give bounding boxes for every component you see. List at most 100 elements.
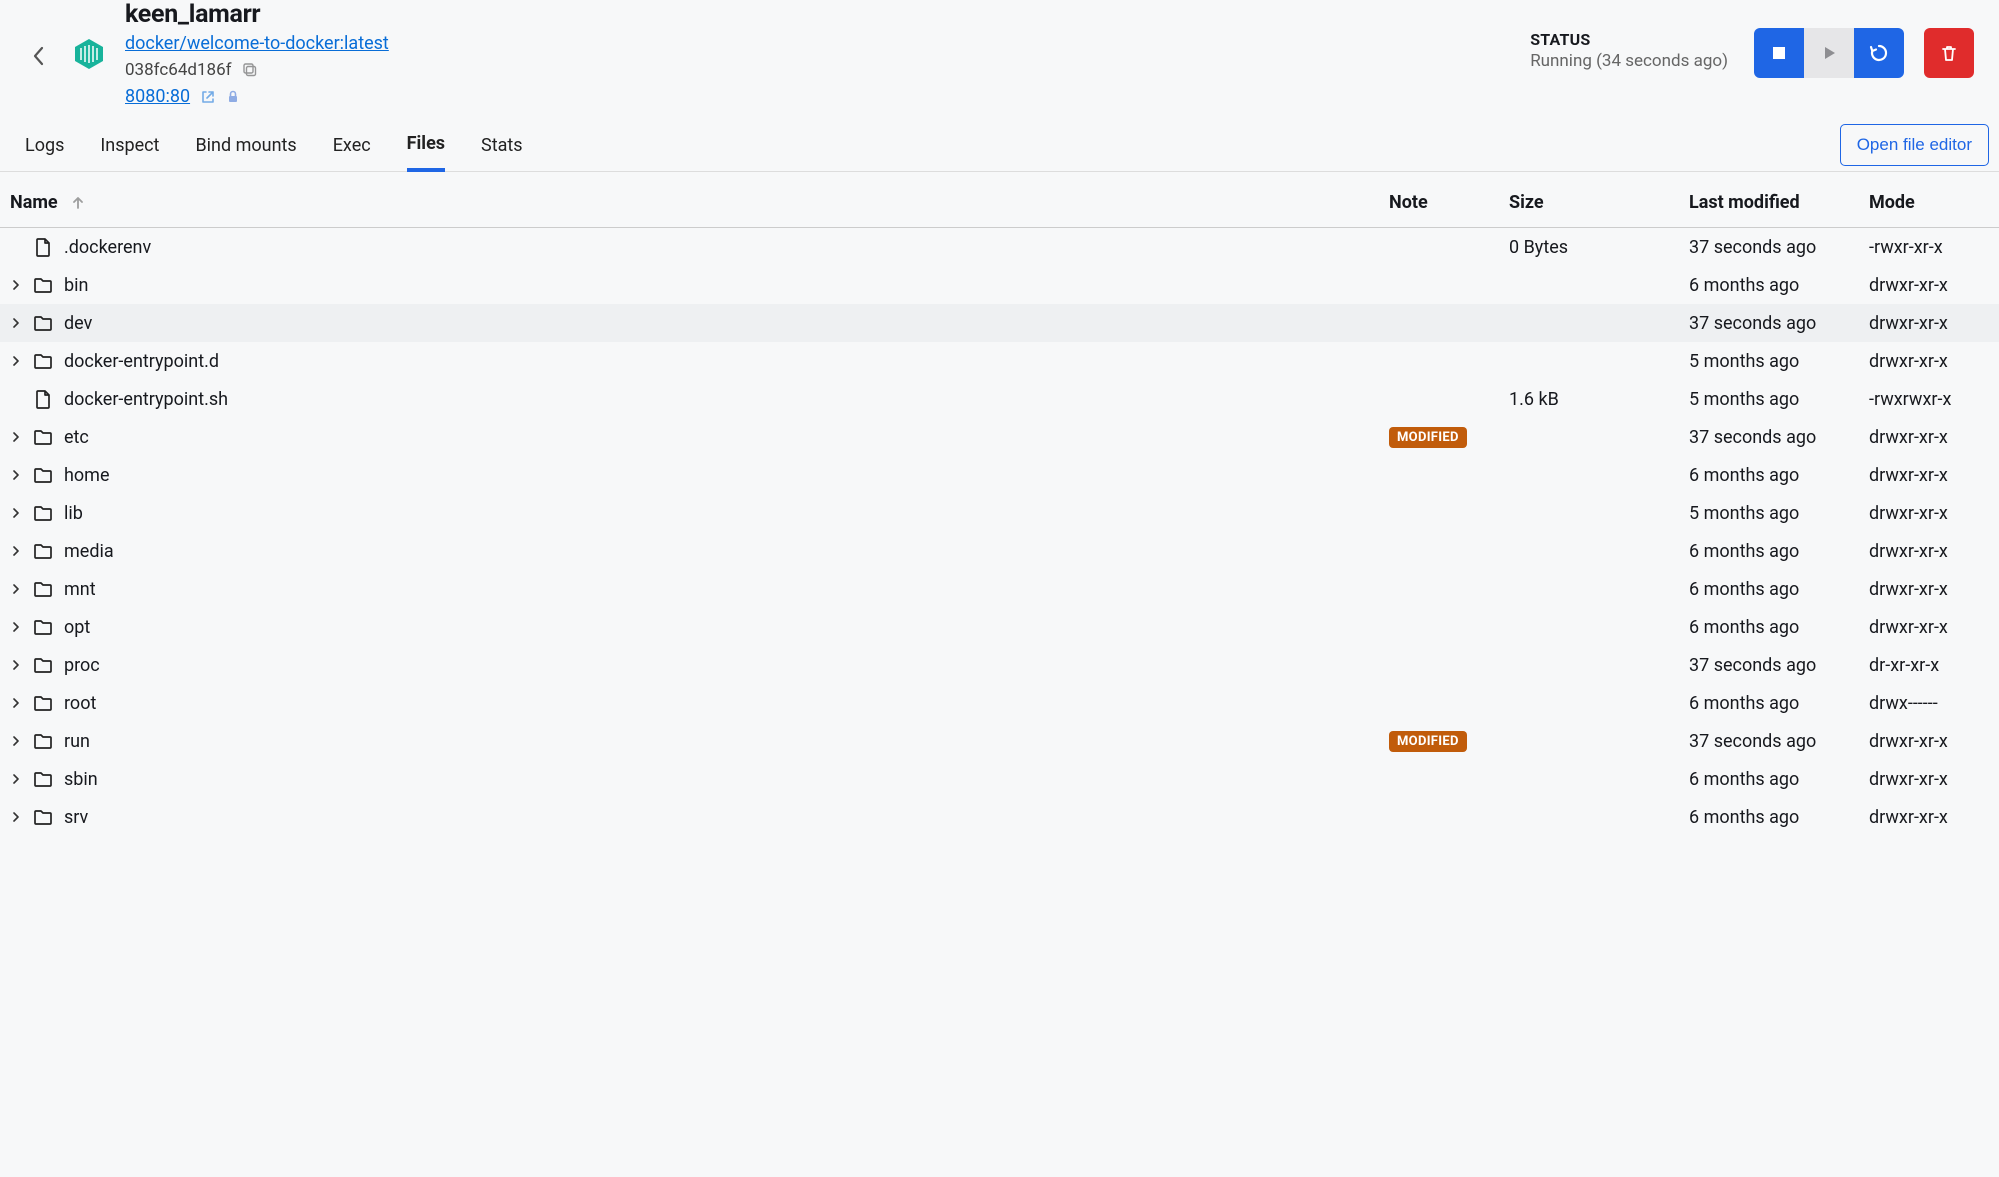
folder-icon [32,502,54,524]
name-cell: etc [10,426,1389,448]
file-name: home [64,465,110,486]
expand-chevron-icon[interactable] [10,431,22,443]
tab-bind-mounts[interactable]: Bind mounts [195,121,296,170]
mode-cell: drwxr-xr-x [1869,579,1989,600]
expand-chevron-icon[interactable] [10,773,22,785]
table-row[interactable]: media6 months agodrwxr-xr-x [0,532,1999,570]
tab-logs[interactable]: Logs [25,121,64,170]
trash-icon [1939,43,1959,63]
mode-cell: -rwxr-xr-x [1869,237,1989,258]
modified-badge: MODIFIED [1389,427,1467,448]
back-button[interactable] [25,42,53,70]
header-modified[interactable]: Last modified [1689,192,1869,213]
folder-icon [32,274,54,296]
name-cell: opt [10,616,1389,638]
folder-icon [32,540,54,562]
table-row[interactable]: run MODIFIED 37 seconds agodrwxr-xr-x [0,722,1999,760]
container-id: 038fc64d186f [125,60,232,80]
file-name: docker-entrypoint.sh [64,389,228,410]
expand-chevron-icon[interactable] [10,317,22,329]
expand-chevron-icon[interactable] [10,811,22,823]
file-name: bin [64,275,88,296]
expand-chevron-icon[interactable] [10,279,22,291]
table-row[interactable]: sbin6 months agodrwxr-xr-x [0,760,1999,798]
lock-icon [226,89,242,105]
folder-icon [32,426,54,448]
name-cell: root [10,692,1389,714]
modified-cell: 6 months ago [1689,465,1869,486]
restart-button[interactable] [1854,28,1904,78]
mode-cell: drwxr-xr-x [1869,313,1989,334]
header-name[interactable]: Name [10,192,58,213]
tab-exec[interactable]: Exec [333,121,371,170]
header-size[interactable]: Size [1509,192,1689,213]
table-row[interactable]: proc37 seconds agodr-xr-xr-x [0,646,1999,684]
stop-button[interactable] [1754,28,1804,78]
expand-chevron-icon[interactable] [10,507,22,519]
file-name: dev [64,313,92,334]
expand-chevron-icon[interactable] [10,659,22,671]
tab-files[interactable]: Files [407,119,445,172]
table-row[interactable]: opt6 months agodrwxr-xr-x [0,608,1999,646]
file-table-body: .dockerenv 0 Bytes 37 seconds ago -rwxr-xr-… [0,228,1999,836]
table-row[interactable]: root6 months agodrwx------ [0,684,1999,722]
expand-chevron-icon[interactable] [10,735,22,747]
expand-chevron-icon[interactable] [10,355,22,367]
name-cell: media [10,540,1389,562]
open-file-editor-button[interactable]: Open file editor [1840,124,1989,166]
expand-chevron-icon[interactable] [10,469,22,481]
table-row[interactable]: lib 5 months agodrwxr-xr-x [0,494,1999,532]
name-cell: run [10,730,1389,752]
table-row[interactable]: docker-entrypoint.d5 months agodrwxr-xr-… [0,342,1999,380]
mode-cell: drwxr-xr-x [1869,503,1989,524]
modified-cell: 5 months ago [1689,503,1869,524]
size-cell: 0 Bytes [1509,237,1689,258]
tab-inspect[interactable]: Inspect [100,121,159,170]
name-cell: proc [10,654,1389,676]
name-cell: bin [10,274,1389,296]
port-link[interactable]: 8080:80 [125,86,190,107]
copy-icon[interactable] [242,62,258,78]
delete-button[interactable] [1924,28,1974,78]
modified-cell: 6 months ago [1689,275,1869,296]
image-link[interactable]: docker/welcome-to-docker:latest [125,33,1514,54]
file-name: etc [64,427,89,448]
stop-icon [1771,45,1787,61]
expand-chevron-icon[interactable] [10,545,22,557]
mode-cell: drwxr-xr-x [1869,731,1989,752]
folder-icon [32,730,54,752]
expand-chevron-icon[interactable] [10,697,22,709]
table-row[interactable]: srv6 months agodrwxr-xr-x [0,798,1999,836]
table-row[interactable]: home6 months agodrwxr-xr-x [0,456,1999,494]
sort-asc-icon[interactable] [70,195,86,211]
file-name: run [64,731,90,752]
external-link-icon[interactable] [200,89,216,105]
start-button[interactable] [1804,28,1854,78]
title-block: keen_lamarr docker/welcome-to-docker:lat… [125,0,1514,107]
expand-chevron-icon[interactable] [10,621,22,633]
table-row[interactable]: etcMODIFIED37 seconds agodrwxr-xr-x [0,418,1999,456]
tab-stats[interactable]: Stats [481,121,523,170]
status-text: Running (34 seconds ago) [1530,51,1728,71]
file-name: lib [64,503,83,524]
name-cell: srv [10,806,1389,828]
modified-cell: 5 months ago [1689,351,1869,372]
table-row[interactable]: bin6 months agodrwxr-xr-x [0,266,1999,304]
table-row[interactable]: docker-entrypoint.sh1.6 kB5 months ago-r… [0,380,1999,418]
folder-icon [32,312,54,334]
expand-chevron-icon[interactable] [10,583,22,595]
table-row[interactable]: mnt6 months agodrwxr-xr-x [0,570,1999,608]
table-row[interactable]: .dockerenv0 Bytes37 seconds ago-rwxr-xr-… [0,228,1999,266]
header-note[interactable]: Note [1389,192,1509,213]
name-cell: .dockerenv [10,236,1389,258]
folder-icon [32,692,54,714]
folder-icon [32,578,54,600]
mode-cell: drwxr-xr-x [1869,351,1989,372]
table-row[interactable]: dev37 seconds agodrwxr-xr-x [0,304,1999,342]
file-table-header: Name Note Size Last modified Mode [0,172,1999,228]
modified-badge: MODIFIED [1389,731,1467,752]
file-name: root [64,693,96,714]
modified-cell: 37 seconds ago [1689,731,1869,752]
header-mode[interactable]: Mode [1869,192,1989,213]
restart-icon [1868,42,1890,64]
